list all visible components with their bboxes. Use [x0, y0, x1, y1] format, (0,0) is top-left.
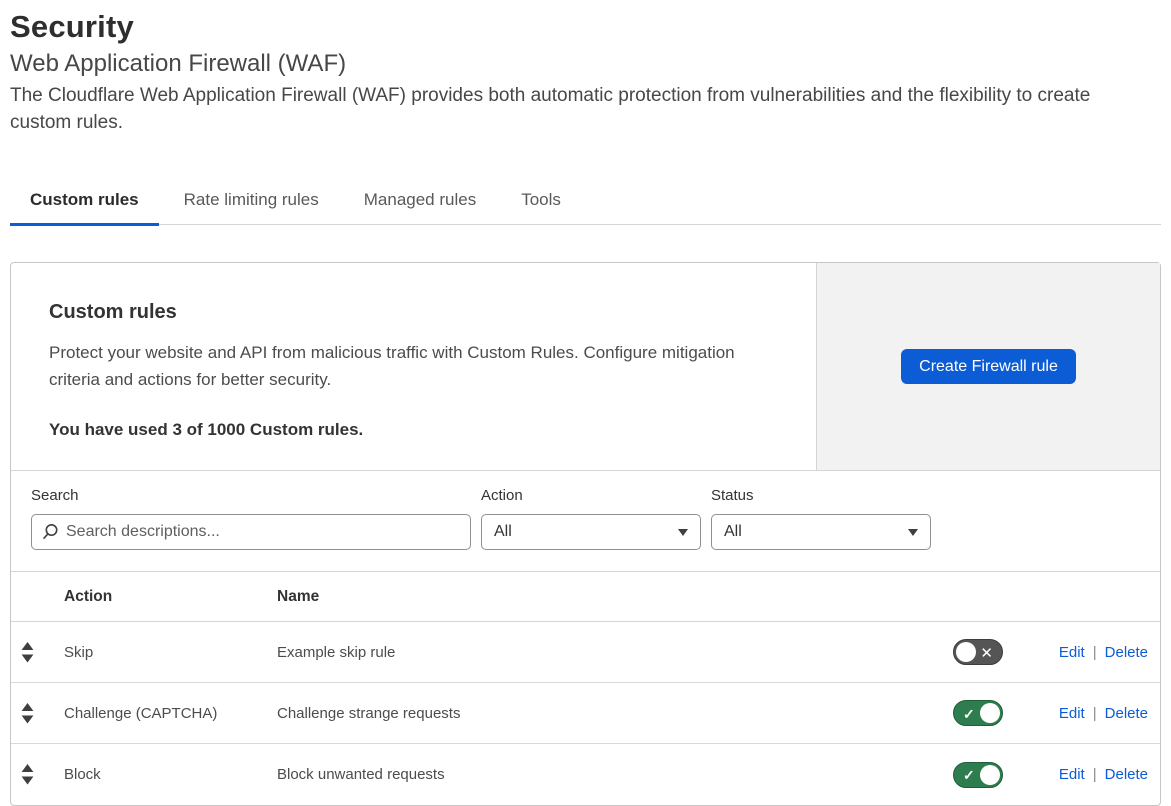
status-filter: Status All: [711, 487, 931, 550]
drag-reorder-icon[interactable]: [21, 764, 34, 785]
tab-managed-rules[interactable]: Managed rules: [344, 182, 496, 226]
table-row: Challenge (CAPTCHA) Challenge strange re…: [11, 683, 1160, 744]
link-separator: |: [1092, 704, 1097, 722]
page-title: Security: [10, 9, 134, 44]
drag-reorder-icon[interactable]: [21, 702, 34, 724]
table-row: Skip Example skip rule ✕ Edit | Delete: [11, 622, 1160, 683]
drag-reorder-icon[interactable]: [21, 641, 34, 663]
panel-header-action-area: Create Firewall rule: [816, 263, 1160, 470]
security-page: Security Web Application Firewall (WAF) …: [0, 0, 1171, 806]
rule-enabled-toggle[interactable]: ✕: [953, 639, 1003, 665]
toggle-state-icon: ✓: [963, 705, 975, 722]
chevron-down-icon: [678, 529, 688, 536]
toggle-knob: [980, 764, 1000, 785]
action-filter: Action All: [481, 487, 701, 550]
panel-header: Custom rules Protect your website and AP…: [11, 263, 1160, 471]
custom-rules-table: Action Name Skip Example skip rule ✕ Edi…: [11, 572, 1160, 805]
toggle-state-icon: ✓: [963, 767, 975, 783]
edit-link[interactable]: Edit: [1059, 766, 1085, 783]
panel-header-text: Custom rules Protect your website and AP…: [11, 263, 816, 470]
search-filter: Search: [31, 487, 471, 550]
section-description: The Cloudflare Web Application Firewall …: [10, 85, 1091, 133]
action-filter-label: Action: [481, 487, 523, 504]
panel-description: Protect your website and API from malici…: [49, 343, 735, 389]
rule-name: Example skip rule: [277, 643, 396, 661]
toggle-knob: [956, 642, 976, 662]
action-column-header: Action: [64, 587, 113, 605]
panel-heading: Custom rules: [49, 301, 177, 323]
rule-action: Skip: [64, 643, 94, 661]
name-column-header: Name: [277, 587, 320, 605]
delete-link[interactable]: Delete: [1105, 644, 1148, 661]
toggle-knob: [980, 703, 1000, 723]
section-subtitle: Web Application Firewall (WAF): [10, 50, 347, 77]
status-filter-select[interactable]: All: [711, 514, 931, 550]
delete-link[interactable]: Delete: [1105, 766, 1148, 783]
link-separator: |: [1092, 643, 1097, 661]
rule-enabled-toggle[interactable]: ✓: [953, 761, 1003, 788]
tab-rate-limiting-rules[interactable]: Rate limiting rules: [164, 182, 339, 226]
search-input[interactable]: [31, 514, 471, 550]
chevron-down-icon: [908, 529, 918, 536]
status-filter-value: All: [724, 523, 742, 540]
waf-tab-bar: Custom rules Rate limiting rules Managed…: [10, 182, 1161, 226]
table-header-row: Action Name: [11, 572, 1160, 622]
action-filter-select[interactable]: All: [481, 514, 701, 550]
toggle-state-icon: ✕: [980, 645, 993, 662]
edit-link[interactable]: Edit: [1059, 705, 1085, 722]
link-separator: |: [1092, 766, 1097, 783]
search-label: Search: [31, 487, 79, 504]
delete-link[interactable]: Delete: [1105, 705, 1148, 722]
edit-link[interactable]: Edit: [1059, 644, 1085, 661]
custom-rules-panel: Custom rules Protect your website and AP…: [10, 262, 1161, 806]
rule-name: Block unwanted requests: [277, 766, 445, 783]
tab-custom-rules[interactable]: Custom rules: [10, 182, 159, 226]
usage-note: You have used 3 of 1000 Custom rules.: [49, 420, 364, 439]
rule-action: Block: [64, 766, 101, 783]
tab-tools[interactable]: Tools: [501, 182, 581, 226]
create-firewall-rule-button[interactable]: Create Firewall rule: [901, 349, 1076, 384]
rule-enabled-toggle[interactable]: ✓: [953, 700, 1003, 726]
filter-bar: Search Action All Status: [11, 471, 1160, 572]
rule-action: Challenge (CAPTCHA): [64, 704, 218, 722]
table-row: Block Block unwanted requests ✓ Edit | D…: [11, 744, 1160, 805]
status-filter-label: Status: [711, 487, 754, 504]
rule-name: Challenge strange requests: [277, 704, 461, 722]
action-filter-value: All: [494, 523, 512, 540]
